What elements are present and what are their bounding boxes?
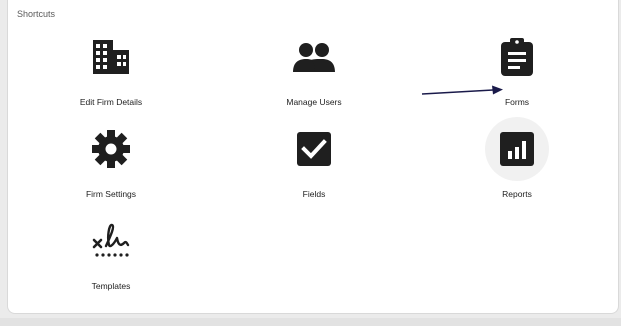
shortcut-label: Reports xyxy=(502,189,532,199)
shortcut-manage-users[interactable]: Manage Users xyxy=(244,25,384,107)
section-title: Shortcuts xyxy=(17,9,56,19)
users-icon xyxy=(282,25,346,89)
shortcut-fields[interactable]: Fields xyxy=(244,117,384,199)
clipboard-icon xyxy=(485,25,549,89)
shortcut-label: Manage Users xyxy=(286,97,342,107)
bar-chart-icon xyxy=(485,117,549,181)
annotation-arrow xyxy=(421,85,503,95)
shortcut-edit-firm-details[interactable]: Edit Firm Details xyxy=(41,25,181,107)
page-background-strip xyxy=(0,318,621,326)
shortcut-label: Fields xyxy=(302,189,326,199)
shortcut-reports[interactable]: Reports xyxy=(447,117,587,199)
checkbox-icon xyxy=(282,117,346,181)
shortcuts-panel: Shortcuts Edit Firm Details Manage Users… xyxy=(7,0,619,314)
shortcut-label: Templates xyxy=(91,281,131,291)
shortcut-label: Forms xyxy=(504,97,530,107)
shortcut-templates[interactable]: Templates xyxy=(41,209,181,291)
building-icon xyxy=(79,25,143,89)
gear-icon xyxy=(79,117,143,181)
shortcut-label: Edit Firm Details xyxy=(79,97,143,107)
shortcut-firm-settings[interactable]: Firm Settings xyxy=(41,117,181,199)
signature-icon xyxy=(79,209,143,273)
shortcut-label: Firm Settings xyxy=(85,189,137,199)
